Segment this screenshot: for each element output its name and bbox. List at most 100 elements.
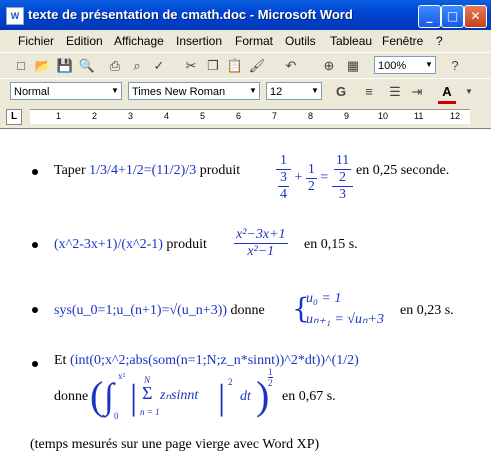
new-document-icon[interactable]: □ <box>12 57 30 75</box>
integral-icon: ∫ <box>104 376 114 416</box>
zoom-value: 100% <box>378 60 407 72</box>
minimize-button[interactable]: _ <box>418 5 441 28</box>
menu-insertion[interactable]: Insertion <box>176 34 222 48</box>
footer-note: (temps mesurés sur une page vierge avec … <box>30 437 320 452</box>
timing-text: en 0,67 s. <box>282 389 336 404</box>
ruler-number: 10 <box>378 111 389 121</box>
undo-icon[interactable]: ↶ <box>282 57 300 75</box>
chevron-down-icon[interactable]: ▼ <box>460 83 478 101</box>
frac-nested: 3 4 <box>278 170 289 203</box>
style-combo[interactable]: Normal ▼ <box>10 82 122 100</box>
frac-2: 1 2 <box>305 161 317 195</box>
menu-tableau[interactable]: Tableau <box>330 34 372 48</box>
math-line-2: uₙ₊₁ = √uₙ+3 <box>306 312 384 327</box>
menu-edition[interactable]: Edition <box>66 34 103 48</box>
chevron-down-icon[interactable]: ▼ <box>423 57 435 73</box>
save-icon[interactable]: 💾 <box>56 57 74 75</box>
frac-den: 2 <box>307 178 315 194</box>
ruler-number: 7 <box>272 111 278 121</box>
zoom-combo[interactable]: 100% ▼ <box>374 56 436 74</box>
ruler-number: 2 <box>92 111 98 121</box>
equals-sign: = <box>320 170 329 186</box>
bullets-icon[interactable]: ☰ <box>386 83 404 101</box>
frac-num: x²−3x+1 <box>234 227 288 244</box>
standard-toolbar: □ 📂 💾 🔍 ⎙ ⌕ ✓ ✂ ❐ 📋 🖌 ↶ ⊕ ▦ 100% ▼ ? <box>0 52 491 79</box>
timing-text: en 0,25 seconde. <box>356 163 450 178</box>
menu-outils[interactable]: Outils <box>285 34 316 48</box>
align-icon[interactable]: ≡ <box>360 83 378 101</box>
frac-den: 2 <box>268 378 273 388</box>
font-size-value: 12 <box>270 86 283 98</box>
text-prefix: Taper <box>54 163 90 178</box>
frac-num: 3 <box>278 170 289 187</box>
exponent-2: 2 <box>228 377 233 387</box>
spelling-icon[interactable]: ✓ <box>150 57 168 75</box>
menu-format[interactable]: Format <box>235 34 273 48</box>
menu-bar: Fichier Edition Affichage Insertion Form… <box>0 30 491 52</box>
ruler-number: 9 <box>344 111 350 121</box>
copy-icon[interactable]: ❐ <box>204 57 222 75</box>
frac-den: 3 4 <box>276 170 291 203</box>
integral-upper: x² <box>118 371 126 381</box>
word-app-icon[interactable]: W <box>6 7 24 25</box>
command-text: (int(0;x^2;abs(som(n=1;N;z_n*sinnt))^2*d… <box>69 353 359 368</box>
format-painter-icon[interactable]: 🖌 <box>248 57 266 75</box>
ruler-number: 11 <box>414 111 424 121</box>
abs-bar-icon: | <box>218 377 226 417</box>
chevron-down-icon[interactable]: ▼ <box>309 83 321 99</box>
ruler-number: 3 <box>128 111 134 121</box>
paren-icon: ( <box>90 373 104 418</box>
chevron-down-icon[interactable]: ▼ <box>247 83 259 99</box>
frac-num: 1 <box>268 367 273 378</box>
chevron-down-icon[interactable]: ▼ <box>109 83 121 99</box>
document-page[interactable]: Taper 1/3/4+1/2=(11/2)/3 produit 1 3 4 +… <box>0 128 491 473</box>
frac-num: 11 2 <box>331 153 354 187</box>
menu-fichier[interactable]: Fichier <box>18 34 54 48</box>
ruler-number: 6 <box>236 111 242 121</box>
item-text: Taper 1/3/4+1/2=(11/2)/3 produit <box>54 163 240 179</box>
menu-fenetre[interactable]: Fenêtre <box>382 34 423 48</box>
font-color-icon[interactable]: A <box>438 83 456 104</box>
ruler-scale[interactable]: 1 2 3 4 5 6 7 8 9 10 11 12 <box>30 109 470 124</box>
bullet-icon <box>32 169 38 175</box>
ruler-number: 1 <box>56 111 62 121</box>
sum-body: zₙsinnt <box>160 388 199 403</box>
text-mid: produit <box>196 163 241 178</box>
font-value: Times New Roman <box>132 86 226 98</box>
bullet-icon <box>32 361 38 367</box>
print-preview-icon[interactable]: ⌕ <box>128 57 146 75</box>
tab-selector[interactable]: L <box>6 109 22 125</box>
open-folder-icon[interactable]: 📂 <box>34 57 52 75</box>
bullet-icon <box>32 242 38 248</box>
hyperlink-icon[interactable]: ⊕ <box>320 57 338 75</box>
sum-lower: n = 1 <box>140 407 160 417</box>
plus-sign: + <box>294 170 303 186</box>
frac-num: 1 <box>305 161 317 179</box>
window-title: texte de présentation de cmath.doc - Mic… <box>28 7 353 22</box>
exponent-fraction: 1 2 <box>268 367 273 388</box>
table-icon[interactable]: ▦ <box>344 57 362 75</box>
indent-icon[interactable]: ⇥ <box>408 83 426 101</box>
paste-icon[interactable]: 📋 <box>226 57 244 75</box>
font-combo[interactable]: Times New Roman ▼ <box>128 82 260 100</box>
cut-icon[interactable]: ✂ <box>182 57 200 75</box>
menu-affichage[interactable]: Affichage <box>114 34 164 48</box>
bold-button[interactable]: G <box>332 83 350 101</box>
help-icon[interactable]: ? <box>446 57 464 75</box>
item-text: sys(u_0=1;u_(n+1)=√(u_n+3)) donne <box>54 303 265 319</box>
maximize-button[interactable]: □ <box>441 5 464 28</box>
frac-num: 1 <box>276 153 291 170</box>
math-result-1: 1 3 4 + 1 2 = 11 2 3 <box>276 153 354 203</box>
close-button[interactable]: ✕ <box>464 5 487 28</box>
integral-lower: 0 <box>114 411 119 421</box>
menu-help[interactable]: ? <box>436 34 443 48</box>
item-text: Et (int(0;x^2;abs(som(n=1;N;z_n*sinnt))^… <box>54 353 359 369</box>
ruler-number: 12 <box>450 111 461 121</box>
bullet-icon <box>32 307 38 313</box>
text-donne: donne <box>54 389 89 404</box>
print-icon[interactable]: ⎙ <box>106 57 124 75</box>
font-size-combo[interactable]: 12 ▼ <box>266 82 322 100</box>
frac-den: x²−1 <box>247 244 275 259</box>
frac-num: 11 <box>333 153 352 170</box>
permission-icon[interactable]: 🔍 <box>78 57 96 75</box>
